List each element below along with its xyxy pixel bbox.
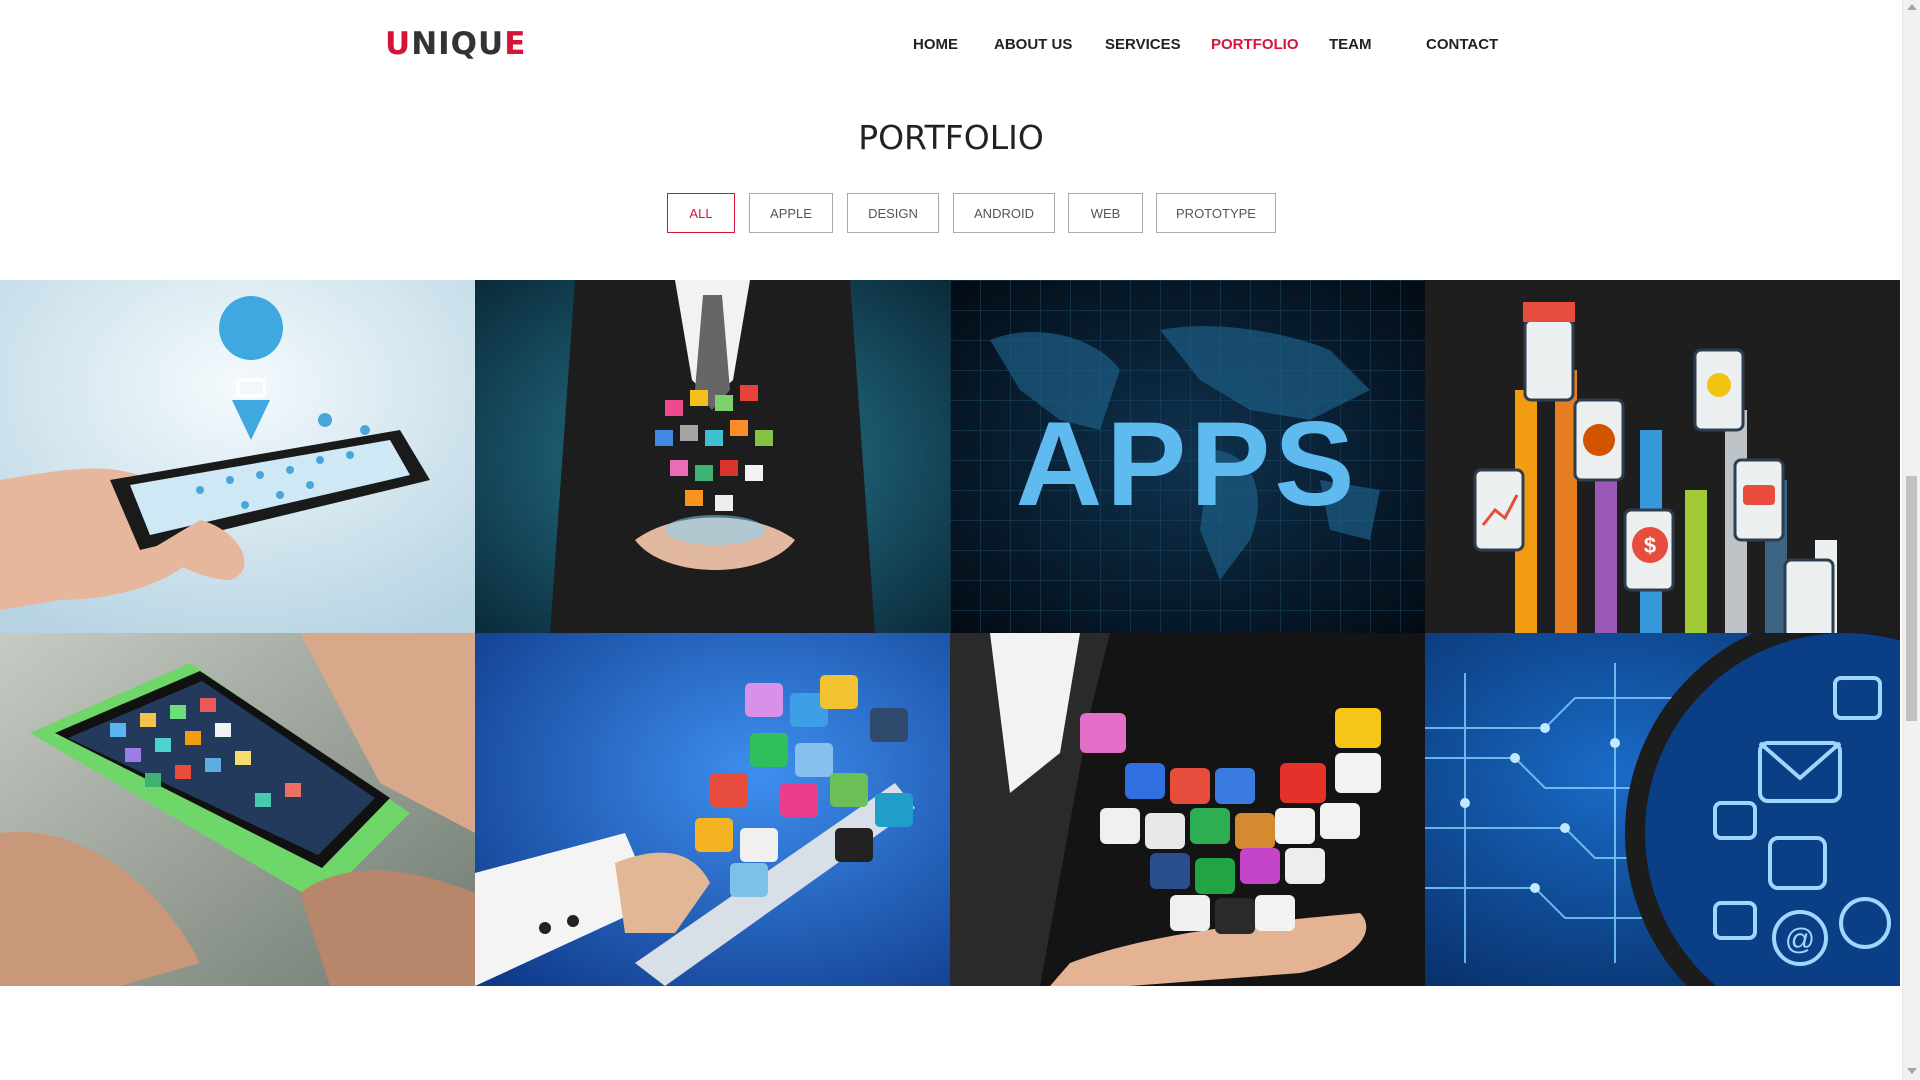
page: UNIQUE HOME ABOUT US SERVICES PORTFOLIO … bbox=[0, 0, 1902, 1080]
circuit-magnifier-image: @ bbox=[1425, 633, 1900, 986]
app-pile-image bbox=[950, 633, 1425, 986]
apps-text: APPS bbox=[1016, 397, 1359, 531]
portfolio-item-tablet-icons[interactable] bbox=[475, 633, 950, 986]
portfolio-item-phone-map[interactable] bbox=[0, 280, 475, 633]
svg-text:$: $ bbox=[1644, 533, 1656, 558]
apps-map-image: APPS bbox=[950, 280, 1425, 633]
hands-phones-image: $ bbox=[1425, 280, 1900, 633]
nav-item-services[interactable]: SERVICES bbox=[1105, 35, 1181, 55]
page-scrollbar[interactable] bbox=[1902, 0, 1920, 1080]
portfolio-grid: APPS $ @ bbox=[0, 280, 1900, 986]
nav-item-about-us[interactable]: ABOUT US bbox=[994, 35, 1072, 55]
portfolio-filters: ALL APPLE DESIGN ANDROID WEB PROTOTYPE bbox=[0, 193, 1902, 235]
scroll-thumb[interactable] bbox=[1906, 476, 1917, 721]
svg-text:@: @ bbox=[1785, 923, 1815, 956]
nav-item-contact[interactable]: CONTACT bbox=[1426, 35, 1498, 55]
portfolio-item-app-pile[interactable] bbox=[950, 633, 1425, 986]
portfolio-item-circuit-magnifier[interactable]: @ bbox=[1425, 633, 1900, 986]
green-phone-image bbox=[0, 633, 475, 986]
nav-item-team[interactable]: TEAM bbox=[1329, 35, 1372, 55]
portfolio-item-business-apps[interactable] bbox=[475, 280, 950, 633]
filter-apple-button[interactable]: APPLE bbox=[749, 193, 833, 233]
section-title: PORTFOLIO bbox=[858, 118, 1044, 157]
filter-prototype-button[interactable]: PROTOTYPE bbox=[1156, 193, 1276, 233]
scroll-down-arrow-icon[interactable] bbox=[1907, 1068, 1917, 1074]
filter-android-button[interactable]: ANDROID bbox=[953, 193, 1055, 233]
filter-design-button[interactable]: DESIGN bbox=[847, 193, 939, 233]
main-nav: HOME ABOUT US SERVICES PORTFOLIO TEAM CO… bbox=[0, 35, 1902, 55]
nav-item-home[interactable]: HOME bbox=[913, 35, 958, 55]
nav-item-portfolio[interactable]: PORTFOLIO bbox=[1211, 35, 1299, 55]
portfolio-item-apps-map[interactable]: APPS bbox=[950, 280, 1425, 633]
business-apps-image bbox=[475, 280, 950, 633]
portfolio-item-hands-phones[interactable]: $ bbox=[1425, 280, 1900, 633]
filter-all-button[interactable]: ALL bbox=[667, 193, 735, 233]
filter-web-button[interactable]: WEB bbox=[1068, 193, 1143, 233]
phone-map-image bbox=[0, 280, 475, 633]
tablet-icons-image bbox=[475, 633, 950, 986]
portfolio-item-green-phone[interactable] bbox=[0, 633, 475, 986]
scroll-up-arrow-icon[interactable] bbox=[1907, 4, 1917, 10]
